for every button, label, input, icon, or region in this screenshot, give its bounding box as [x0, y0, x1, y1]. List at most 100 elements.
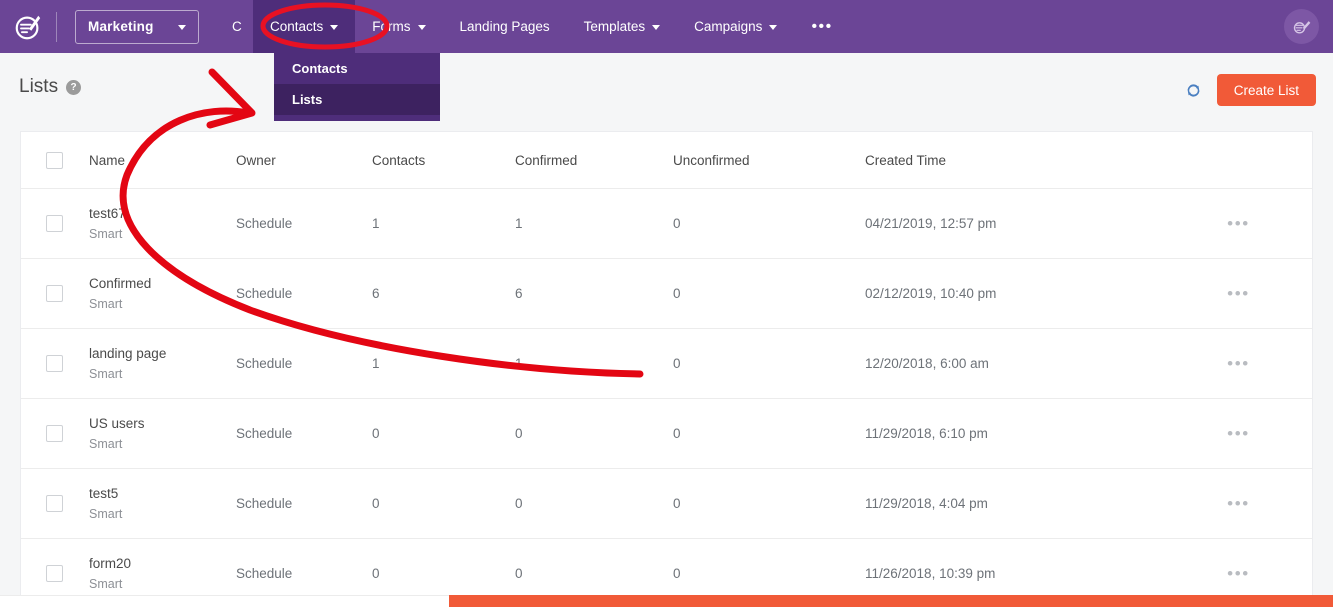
- cell-confirmed: 0: [515, 496, 523, 511]
- column-header-name[interactable]: Name: [74, 153, 236, 168]
- table-row[interactable]: test5 Smart Schedule 0 0 0 11/29/2018, 4:04 pm…: [21, 469, 1312, 539]
- row-select-cell: [21, 495, 74, 512]
- table-row[interactable]: test67 Smart Schedule 1 1 0 04/21/2019, 12:57 …: [21, 189, 1312, 259]
- logo-divider: [56, 11, 57, 42]
- cell-name: form20 Smart: [74, 554, 236, 594]
- nav-item-contacts[interactable]: Contacts: [253, 0, 356, 53]
- list-name: US users: [89, 415, 145, 431]
- chevron-down-icon: [330, 25, 339, 30]
- table-header-row: Name Owner Contacts Confirmed Unconfirme…: [21, 132, 1312, 189]
- lists-table: Name Owner Contacts Confirmed Unconfirme…: [20, 131, 1313, 607]
- cell-created-time: 12/20/2018, 6:00 am: [865, 356, 989, 371]
- cell-confirmed: 0: [515, 566, 523, 581]
- row-select-cell: [21, 285, 74, 302]
- row-menu-icon[interactable]: •••: [1227, 355, 1250, 372]
- page-title: Lists ?: [19, 76, 82, 98]
- contacts-dropdown-menu: Contacts Lists: [274, 53, 440, 121]
- column-header-confirmed[interactable]: Confirmed: [515, 153, 673, 168]
- column-header-owner[interactable]: Owner: [236, 153, 372, 168]
- nav-item-clipped-label: C: [232, 19, 242, 34]
- row-menu-icon[interactable]: •••: [1227, 495, 1250, 512]
- row-select-cell: [21, 355, 74, 372]
- select-all-checkbox[interactable]: [46, 151, 63, 169]
- cell-confirmed: 6: [515, 286, 523, 301]
- select-all-cell: [21, 151, 74, 169]
- row-checkbox[interactable]: [46, 565, 63, 582]
- cell-contacts: 1: [372, 216, 380, 231]
- nav-item-forms-label: Forms: [372, 19, 411, 34]
- cell-actions: •••: [1165, 425, 1312, 442]
- row-checkbox[interactable]: [46, 355, 63, 372]
- nav-item-landing-pages-label: Landing Pages: [459, 19, 550, 34]
- nav-item-campaigns-label: Campaigns: [694, 19, 763, 34]
- table-row[interactable]: landing page Smart Schedule 1 1 0 12/20/2018, …: [21, 329, 1312, 399]
- avatar[interactable]: [1284, 9, 1319, 44]
- bottom-bar-notch: [0, 595, 449, 607]
- row-menu-icon[interactable]: •••: [1227, 425, 1250, 442]
- column-header-created-time[interactable]: Created Time: [865, 153, 1165, 168]
- app-root: Marketing C Contacts Forms Landing Pages…: [0, 0, 1333, 607]
- row-checkbox[interactable]: [46, 425, 63, 442]
- nav-items: C Contacts Forms Landing Pages Templates…: [215, 0, 850, 53]
- cell-name: Confirmed Smart: [74, 274, 236, 314]
- more-ellipsis-icon: •••: [811, 17, 833, 35]
- cell-owner: Schedule: [236, 356, 293, 371]
- list-type: Smart: [89, 577, 123, 592]
- dropdown-item-contacts-label: Contacts: [292, 61, 348, 76]
- cell-name: test67 Smart: [74, 204, 236, 244]
- cell-actions: •••: [1165, 215, 1312, 232]
- cell-owner: Schedule: [236, 426, 293, 441]
- row-select-cell: [21, 215, 74, 232]
- row-checkbox[interactable]: [46, 495, 63, 512]
- table-row[interactable]: US users Smart Schedule 0 0 0 11/29/2018, 6:10…: [21, 399, 1312, 469]
- nav-item-forms[interactable]: Forms: [355, 0, 442, 53]
- cell-contacts: 6: [372, 286, 380, 301]
- cell-unconfirmed: 0: [673, 356, 681, 371]
- row-checkbox[interactable]: [46, 215, 63, 232]
- column-header-unconfirmed[interactable]: Unconfirmed: [673, 153, 865, 168]
- nav-item-clipped[interactable]: C: [215, 0, 253, 53]
- nav-item-landing-pages[interactable]: Landing Pages: [443, 0, 567, 53]
- nav-item-templates[interactable]: Templates: [567, 0, 678, 53]
- marketing-selector-label: Marketing: [88, 19, 154, 34]
- cell-owner: Schedule: [236, 566, 293, 581]
- list-name: test5: [89, 485, 119, 501]
- marketing-selector-button[interactable]: Marketing: [75, 9, 199, 44]
- question-mark-icon[interactable]: ?: [66, 79, 82, 95]
- cell-contacts: 0: [372, 566, 380, 581]
- app-logo[interactable]: [0, 0, 56, 53]
- row-menu-icon[interactable]: •••: [1227, 285, 1250, 302]
- nav-item-campaigns[interactable]: Campaigns: [677, 0, 794, 53]
- row-menu-icon[interactable]: •••: [1227, 215, 1250, 232]
- refresh-icon: [1187, 84, 1200, 97]
- cell-contacts: 0: [372, 426, 380, 441]
- row-select-cell: [21, 425, 74, 442]
- cell-unconfirmed: 0: [673, 426, 681, 441]
- cell-actions: •••: [1165, 495, 1312, 512]
- table-body: test67 Smart Schedule 1 1 0 04/21/2019, 12:57 …: [21, 189, 1312, 607]
- cell-created-time: 02/12/2019, 10:40 pm: [865, 286, 997, 301]
- chevron-down-icon: [417, 25, 426, 30]
- refresh-button[interactable]: [1185, 82, 1202, 104]
- list-name: test67: [89, 205, 126, 221]
- nav-item-more[interactable]: •••: [794, 0, 849, 53]
- cell-actions: •••: [1165, 565, 1312, 582]
- table-row[interactable]: Confirmed Smart Schedule 6 6 0 02/12/2019, 10:…: [21, 259, 1312, 329]
- create-list-button[interactable]: Create List: [1216, 74, 1316, 106]
- cell-created-time: 04/21/2019, 12:57 pm: [865, 216, 997, 231]
- row-menu-icon[interactable]: •••: [1227, 565, 1250, 582]
- row-checkbox[interactable]: [46, 285, 63, 302]
- dropdown-item-contacts[interactable]: Contacts: [274, 53, 440, 84]
- cell-owner: Schedule: [236, 496, 293, 511]
- list-type: Smart: [89, 297, 123, 312]
- cell-name: landing page Smart: [74, 344, 236, 384]
- cell-name: test5 Smart: [74, 484, 236, 524]
- chevron-down-icon: [178, 25, 186, 30]
- column-header-contacts[interactable]: Contacts: [372, 153, 515, 168]
- dropdown-item-lists-label: Lists: [292, 92, 323, 107]
- chevron-down-icon: [769, 25, 778, 30]
- dropdown-item-lists[interactable]: Lists: [274, 84, 440, 115]
- list-type: Smart: [89, 437, 123, 452]
- cell-actions: •••: [1165, 355, 1312, 372]
- cell-confirmed: 0: [515, 426, 523, 441]
